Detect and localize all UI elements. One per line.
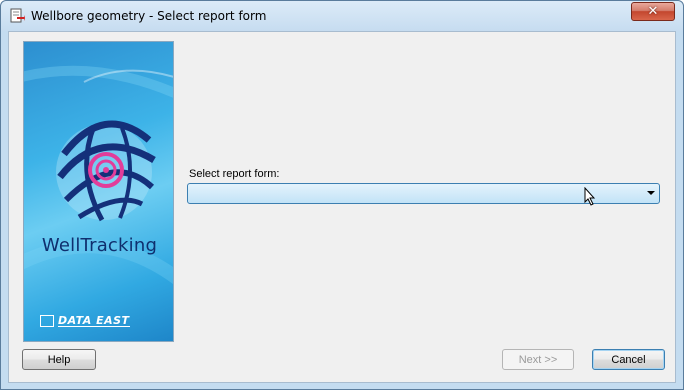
report-edit-icon [10,8,25,23]
vendor-name: DATA EAST [58,314,130,327]
globe-logo-icon [24,65,173,285]
cancel-button[interactable]: Cancel [592,349,665,370]
product-banner: WellTracking DATA EAST [23,41,174,342]
mouse-cursor-icon [584,187,596,206]
next-button[interactable]: Next >> [502,349,574,370]
chevron-down-icon[interactable] [647,191,655,195]
dialog-window: Wellbore geometry - Select report form ✕ [0,0,684,390]
report-form-label: Select report form: [189,168,280,180]
product-name: WellTracking [41,235,158,256]
vendor-mark-icon [40,315,54,327]
window-title: Wellbore geometry - Select report form [31,9,267,23]
close-icon: ✕ [647,4,659,19]
help-button[interactable]: Help [22,349,96,370]
title-bar[interactable]: Wellbore geometry - Select report form ✕ [1,1,683,31]
dialog-body: WellTracking DATA EAST Select report for… [8,31,676,383]
vendor-logo: DATA EAST [40,314,130,328]
close-button[interactable]: ✕ [631,2,675,21]
